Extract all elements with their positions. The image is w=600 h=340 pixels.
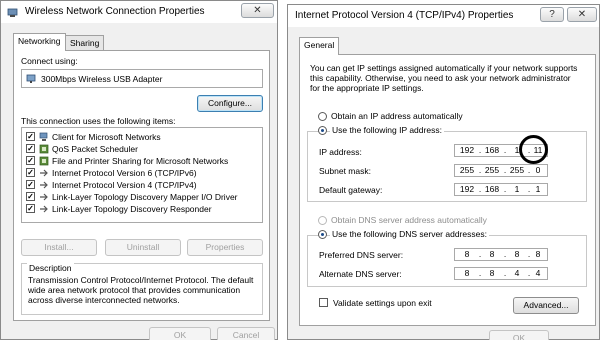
preferred-dns-octet-3: 8: [514, 249, 520, 259]
advanced-button[interactable]: Advanced...: [513, 297, 579, 314]
usb-adapter-icon: [26, 74, 36, 83]
gateway-octet-4: 1: [535, 184, 541, 194]
alternate-dns-octet-3: 4: [514, 268, 520, 278]
intro-line: for the appropriate IP settings.: [310, 83, 424, 93]
properties-button[interactable]: Properties: [187, 239, 263, 256]
gateway-octet-3: 1: [514, 184, 520, 194]
wireless-properties-dialog: Wireless Network Connection Properties ✕…: [0, 0, 278, 340]
checkbox[interactable]: ✓: [26, 192, 35, 201]
highlight-circle-annotation: [519, 135, 548, 164]
item-label: File and Printer Sharing for Microsoft N…: [52, 156, 229, 166]
checkbox[interactable]: ✓: [26, 156, 35, 165]
alternate-dns-input[interactable]: 8 . 8 . 4 . 4: [454, 267, 548, 280]
item-label: QoS Packet Scheduler: [52, 144, 138, 154]
title-bar: Internet Protocol Version 4 (TCP/IPv4) P…: [288, 5, 599, 27]
subnet-octet-3: 255: [509, 165, 525, 175]
protocol-icon: [40, 205, 48, 213]
subnet-octet-4: 0: [535, 165, 541, 175]
use-following-dns-label[interactable]: Use the following DNS server addresses:: [330, 229, 489, 239]
checkbox[interactable]: ✓: [26, 132, 35, 141]
cancel-button[interactable]: Cancel: [217, 327, 275, 340]
protocol-icon: [40, 181, 48, 189]
tab-sharing[interactable]: Sharing: [65, 35, 105, 51]
item-label: Link-Layer Topology Discovery Responder: [52, 204, 212, 214]
preferred-dns-octet-2: 8: [489, 249, 495, 259]
use-following-dns-radio[interactable]: [318, 230, 327, 239]
subnet-octet-1: 255: [459, 165, 475, 175]
preferred-dns-octet-4: 8: [535, 249, 541, 259]
subnet-mask-input[interactable]: 255 . 255 . 255 . 0: [454, 164, 548, 177]
help-button[interactable]: ?: [540, 7, 564, 22]
item-label: Internet Protocol Version 4 (TCP/IPv4): [52, 180, 197, 190]
protocol-icon: [40, 169, 48, 177]
ok-button[interactable]: OK: [149, 327, 211, 340]
window-title: Internet Protocol Version 4 (TCP/IPv4) P…: [295, 10, 514, 21]
connect-using-label: Connect using:: [21, 56, 78, 66]
ipv4-properties-dialog: Internet Protocol Version 4 (TCP/IPv4) P…: [287, 4, 600, 340]
use-following-ip-radio[interactable]: [318, 126, 327, 135]
item-label: Client for Microsoft Networks: [52, 132, 161, 142]
obtain-dns-auto-radio[interactable]: [318, 216, 327, 225]
ip-octet-2: 168: [484, 145, 500, 155]
uninstall-button[interactable]: Uninstall: [105, 239, 181, 256]
item-label: Internet Protocol Version 6 (TCP/IPv6): [52, 168, 197, 178]
checkbox[interactable]: ✓: [26, 180, 35, 189]
alternate-dns-octet-1: 8: [464, 268, 470, 278]
items-list[interactable]: ✓ Client for Microsoft Networks ✓ QoS Pa…: [21, 127, 263, 223]
close-icon: ✕: [253, 5, 262, 16]
default-gateway-input[interactable]: 192 . 168 . 1 . 1: [454, 183, 548, 196]
intro-line: this capability. Otherwise, you need to …: [310, 73, 571, 83]
preferred-dns-label: Preferred DNS server:: [319, 250, 404, 260]
default-gateway-label: Default gateway:: [319, 185, 383, 195]
obtain-dns-auto-label[interactable]: Obtain DNS server address automatically: [331, 215, 487, 225]
checkbox[interactable]: ✓: [26, 144, 35, 153]
networking-panel: Connect using: 300Mbps Wireless USB Adap…: [13, 50, 270, 321]
network-adapter-icon: [7, 8, 18, 17]
close-button[interactable]: ✕: [567, 7, 597, 22]
description-group: Description Transmission Control Protoco…: [21, 263, 263, 315]
general-panel: You can get IP settings assigned automat…: [299, 54, 596, 326]
adapter-name: 300Mbps Wireless USB Adapter: [41, 74, 163, 84]
subnet-octet-2: 255: [484, 165, 500, 175]
description-line: Transmission Control Protocol/Internet P…: [28, 275, 254, 285]
alternate-dns-octet-2: 8: [489, 268, 495, 278]
ip-octet-1: 192: [459, 145, 475, 155]
tab-general[interactable]: General: [299, 37, 340, 55]
alternate-dns-label: Alternate DNS server:: [319, 269, 402, 279]
obtain-ip-auto-radio[interactable]: [318, 112, 327, 121]
configure-button[interactable]: Configure...: [197, 95, 263, 112]
network-client-icon: [39, 132, 48, 141]
help-icon: ?: [549, 9, 555, 20]
description-title: Description: [27, 263, 74, 273]
items-label: This connection uses the following items…: [21, 116, 176, 126]
use-following-ip-label[interactable]: Use the following IP address:: [330, 125, 444, 135]
subnet-mask-label: Subnet mask:: [319, 166, 371, 176]
gateway-octet-2: 168: [484, 184, 500, 194]
alternate-dns-octet-4: 4: [535, 268, 541, 278]
tab-networking[interactable]: Networking: [13, 33, 66, 51]
qos-scheduler-icon: [39, 144, 49, 154]
checkbox[interactable]: ✓: [26, 168, 35, 177]
adapter-field: 300Mbps Wireless USB Adapter: [21, 69, 263, 88]
protocol-icon: [40, 193, 48, 201]
description-line: wide area network protocol that provides…: [28, 285, 241, 295]
gateway-octet-1: 192: [459, 184, 475, 194]
preferred-dns-octet-1: 8: [464, 249, 470, 259]
title-bar: Wireless Network Connection Properties ✕: [1, 1, 277, 23]
window-title: Wireless Network Connection Properties: [25, 6, 205, 17]
obtain-ip-auto-label[interactable]: Obtain an IP address automatically: [331, 111, 463, 121]
preferred-dns-input[interactable]: 8 . 8 . 8 . 8: [454, 248, 548, 261]
ok-button[interactable]: OK: [489, 330, 549, 340]
file-printer-sharing-icon: [39, 156, 49, 166]
item-label: Link-Layer Topology Discovery Mapper I/O…: [52, 192, 238, 202]
description-line: across diverse interconnected networks.: [28, 295, 180, 305]
ip-address-label: IP address:: [319, 147, 362, 157]
checkbox[interactable]: ✓: [26, 204, 35, 213]
validate-label[interactable]: Validate settings upon exit: [333, 298, 432, 308]
intro-line: You can get IP settings assigned automat…: [310, 63, 578, 73]
validate-checkbox[interactable]: [319, 298, 328, 307]
install-button[interactable]: Install...: [21, 239, 97, 256]
close-button[interactable]: ✕: [241, 3, 274, 18]
close-icon: ✕: [577, 9, 587, 20]
